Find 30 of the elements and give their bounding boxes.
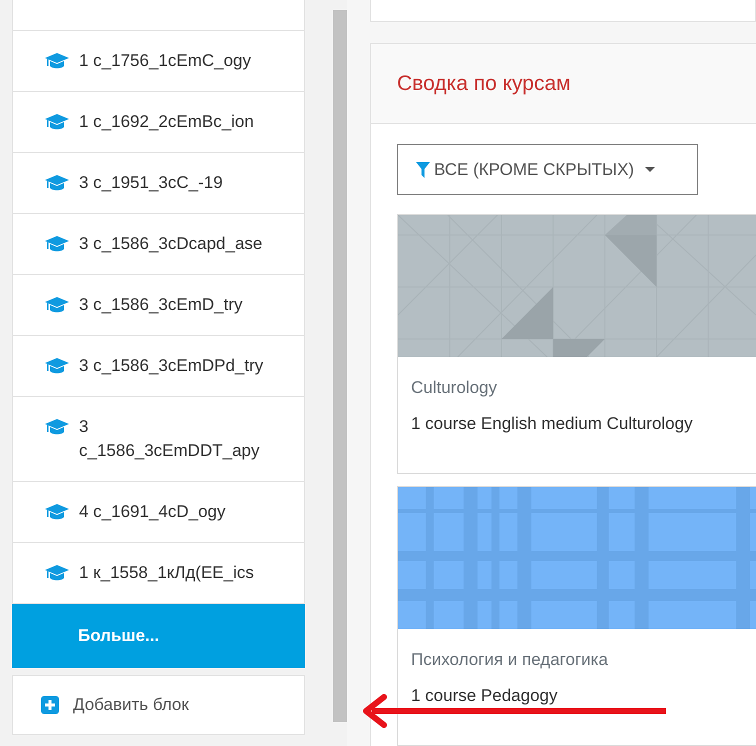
course-link[interactable]: 1 c_1692_2cEmBc_ion (12, 92, 305, 153)
course-category: Психология и педагогика (411, 649, 609, 671)
course-link[interactable]: 3 c_1586_3cDcapd_ase (12, 214, 305, 275)
course-name: 1 course Pedagogy (411, 684, 558, 706)
plus-square-icon (41, 696, 59, 714)
graduation-cap-icon (45, 53, 69, 70)
graduation-cap-icon (45, 114, 69, 131)
graduation-cap-icon (45, 504, 69, 521)
course-link[interactable]: 1 к_1558_1кЛд(EE_ics (12, 543, 305, 604)
course-card[interactable]: Психология и педагогика 1 course Pedagogy (397, 486, 756, 746)
filter-dropdown[interactable]: ВСЕ (КРОМЕ СКРЫТЫХ) (397, 144, 698, 195)
graduation-cap-icon (45, 565, 69, 582)
graduation-cap-icon (45, 175, 69, 192)
course-link[interactable]: 3 c_1586_3cEmD_try (12, 275, 305, 336)
course-link[interactable]: 3 c_1586_3cEmDPd_try (12, 336, 305, 397)
scrollbar[interactable] (333, 10, 347, 722)
course-link[interactable]: 4 c_1691_4cD_ogy (12, 482, 305, 543)
graduation-cap-icon (45, 236, 69, 253)
course-link[interactable]: 3 c_1951_3cC_-19 (12, 153, 305, 214)
graduation-cap-icon (45, 358, 69, 375)
course-link[interactable]: 3 c_1586_3cEmDDT_apy (12, 397, 305, 482)
filter-icon (416, 162, 430, 178)
course-link[interactable]: 1 c_1756_1cEmC_ogy (12, 31, 305, 92)
course-category: Culturology (411, 377, 498, 399)
graduation-cap-icon (45, 297, 69, 314)
course-card[interactable]: Culturology 1 course English medium Culturology (397, 214, 756, 474)
block-title: Сводка по курсам (397, 70, 571, 97)
course-name: 1 course English medium Culturology (411, 412, 694, 434)
graduation-cap-icon (45, 419, 69, 436)
caret-icon (644, 166, 656, 174)
